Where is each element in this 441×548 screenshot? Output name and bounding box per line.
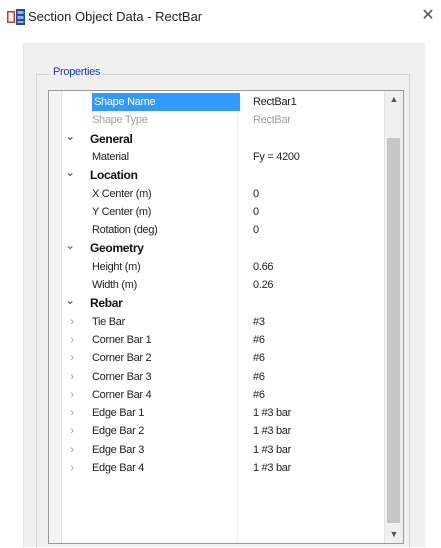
property-label: X Center (m) [92, 187, 152, 200]
property-value[interactable]: 1 #3 bar [253, 404, 291, 422]
property-label: Shape Type [92, 114, 148, 127]
scroll-thumb[interactable] [387, 138, 400, 523]
category-label: Geometry [90, 241, 144, 256]
property-row-edge-bar-1[interactable]: › Edge Bar 1 1 #3 bar [62, 404, 386, 422]
scroll-up-arrow-icon[interactable]: ▲ [385, 91, 403, 108]
property-label: Edge Bar 2 [92, 425, 145, 438]
property-row-x-center-m[interactable]: X Center (m) 0 [62, 185, 386, 203]
window-title: Section Object Data - RectBar [28, 9, 203, 24]
chevron-right-icon[interactable]: › [66, 386, 78, 404]
title-bar: Section Object Data - RectBar ✕ [0, 0, 441, 36]
property-value[interactable]: 0 [253, 203, 259, 221]
property-value: RectBar [253, 114, 291, 127]
property-row-corner-bar-1[interactable]: › Corner Bar 1 #6 [62, 331, 386, 349]
property-row-y-center-m[interactable]: Y Center (m) 0 [62, 203, 386, 221]
chevron-down-icon[interactable]: ⌄ [64, 239, 76, 257]
category-label: Rebar [90, 296, 123, 311]
property-value[interactable]: 0.26 [253, 276, 274, 294]
property-value[interactable]: 0 [253, 185, 259, 203]
property-label: Corner Bar 3 [92, 370, 152, 383]
property-row-height-m[interactable]: Height (m) 0.66 [62, 258, 386, 276]
vertical-scrollbar[interactable]: ▲ ▼ [384, 91, 403, 543]
property-row-rotation-deg[interactable]: Rotation (deg) 0 [62, 221, 386, 239]
chevron-right-icon[interactable]: › [66, 349, 78, 367]
chevron-down-icon[interactable]: ⌄ [64, 166, 76, 184]
properties-legend: Properties [51, 66, 103, 78]
property-value[interactable]: #6 [253, 331, 265, 349]
property-grid: Shape Name RectBar1 Shape Type RectBar ⌄ Gene… [48, 90, 404, 544]
property-value[interactable]: #6 [253, 386, 265, 404]
property-label: Edge Bar 4 [92, 462, 145, 474]
chevron-down-icon[interactable]: ⌄ [64, 130, 76, 148]
chevron-right-icon[interactable]: › [66, 459, 78, 477]
chevron-right-icon[interactable]: › [66, 441, 78, 459]
property-label: Width (m) [92, 279, 137, 291]
property-row-corner-bar-2[interactable]: › Corner Bar 2 #6 [62, 349, 386, 367]
property-label: Tie Bar [92, 315, 125, 328]
category-rebar[interactable]: ⌄ Rebar [62, 294, 386, 312]
property-value[interactable]: 1 #3 bar [253, 422, 291, 440]
property-label: Corner Bar 4 [92, 388, 152, 401]
property-row-edge-bar-3[interactable]: › Edge Bar 3 1 #3 bar [62, 441, 386, 459]
close-icon[interactable]: ✕ [418, 6, 438, 26]
property-row-shape-type[interactable]: Shape Type RectBar [62, 111, 386, 129]
property-value[interactable]: #6 [253, 349, 265, 367]
property-label: Corner Bar 1 [92, 333, 152, 346]
property-label: Material [92, 150, 129, 163]
chevron-right-icon[interactable]: › [66, 368, 78, 386]
property-row-width-m[interactable]: Width (m) 0.26 [62, 276, 386, 294]
category-general[interactable]: ⌄ General [62, 130, 386, 148]
property-row-edge-bar-2[interactable]: › Edge Bar 2 1 #3 bar [62, 422, 386, 440]
property-row-tie-bar[interactable]: › Tie Bar #3 [62, 313, 386, 331]
chevron-down-icon[interactable]: ⌄ [64, 294, 76, 312]
property-value[interactable]: #6 [253, 368, 265, 386]
grid-gutter [49, 91, 62, 543]
property-value[interactable]: #3 [253, 313, 265, 331]
property-label: Height (m) [92, 260, 141, 273]
category-label: General [90, 131, 133, 146]
property-value[interactable]: 0.66 [253, 258, 274, 276]
chevron-right-icon[interactable]: › [66, 404, 78, 422]
property-value[interactable]: 0 [253, 221, 259, 239]
property-value[interactable]: Fy = 4200 [253, 148, 300, 166]
property-row-material[interactable]: Material Fy = 4200 [62, 148, 386, 166]
category-label: Location [90, 168, 138, 183]
chevron-right-icon[interactable]: › [66, 313, 78, 331]
app-icon [7, 9, 25, 25]
property-value[interactable]: 1 #3 bar [253, 441, 291, 459]
property-label: Shape Name [92, 93, 240, 111]
property-label: Rotation (deg) [92, 224, 158, 237]
category-location[interactable]: ⌄ Location [62, 166, 386, 184]
property-label: Corner Bar 2 [92, 352, 152, 365]
property-label: Y Center (m) [92, 205, 152, 218]
property-row-corner-bar-3[interactable]: › Corner Bar 3 #6 [62, 368, 386, 386]
category-geometry[interactable]: ⌄ Geometry [62, 239, 386, 257]
chevron-right-icon[interactable]: › [66, 331, 78, 349]
property-label: Edge Bar 1 [92, 407, 145, 420]
property-value[interactable]: 1 #3 bar [253, 459, 291, 477]
property-value[interactable]: RectBar1 [253, 93, 297, 111]
property-row-shape-name[interactable]: Shape Name RectBar1 [62, 93, 386, 111]
scroll-down-arrow-icon[interactable]: ▼ [385, 526, 403, 543]
chevron-right-icon[interactable]: › [66, 422, 78, 440]
property-row-corner-bar-4[interactable]: › Corner Bar 4 #6 [62, 386, 386, 404]
property-label: Edge Bar 3 [92, 443, 145, 456]
property-row-edge-bar-4[interactable]: › Edge Bar 4 1 #3 bar [62, 459, 386, 477]
